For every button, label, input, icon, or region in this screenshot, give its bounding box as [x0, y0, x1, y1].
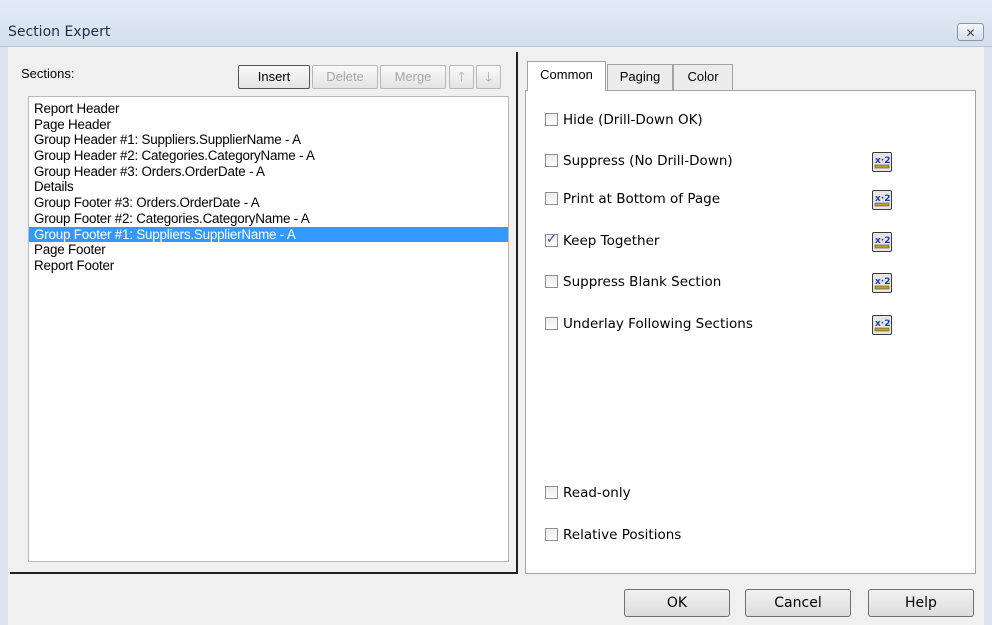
close-button[interactable]: ✕	[957, 23, 984, 41]
suppress-blank-label: Suppress Blank Section	[563, 274, 722, 290]
checkmark-icon: ✓	[546, 232, 557, 247]
underlay-checkbox[interactable]: Underlay Following Sections	[545, 315, 753, 333]
tab-paging[interactable]: Paging	[607, 64, 673, 90]
section-list-item[interactable]: Group Header #3: Orders.OrderDate - A	[29, 164, 508, 180]
formula-icon: x·2	[874, 236, 890, 249]
section-list-item[interactable]: Page Header	[29, 117, 508, 133]
svg-text:x·2: x·2	[875, 194, 890, 204]
sections-list-items: Report Header Page Header Group Header #1:…	[29, 101, 508, 274]
formula-icon: x·2	[874, 194, 890, 207]
suppress-label: Suppress (No Drill-Down)	[563, 153, 733, 169]
svg-text:x·2: x·2	[875, 319, 890, 329]
read-only-checkbox-box[interactable]	[545, 486, 558, 499]
arrow-down-icon: 🡓	[485, 69, 492, 84]
svg-text:x·2: x·2	[875, 156, 890, 166]
ok-button[interactable]: OK	[624, 589, 730, 617]
section-list-item[interactable]: Group Footer #1: Suppliers.SupplierName …	[29, 226, 508, 243]
section-list-item[interactable]: Page Footer	[29, 242, 508, 258]
formula-icon: x·2	[874, 319, 890, 332]
move-down-button[interactable]: 🡓	[476, 65, 501, 89]
hide-label: Hide (Drill-Down OK)	[563, 112, 703, 128]
section-list-item[interactable]: Group Footer #2: Categories.CategoryName…	[29, 211, 508, 227]
sections-label: Sections:	[21, 66, 75, 81]
help-button[interactable]: Help	[868, 589, 974, 617]
print-bottom-checkbox-box[interactable]	[545, 192, 558, 205]
suppress-formula-button[interactable]: x·2	[872, 152, 892, 172]
section-list-item[interactable]: Group Header #1: Suppliers.SupplierName …	[29, 132, 508, 148]
keep-together-formula-button[interactable]: x·2	[872, 232, 892, 252]
underlay-checkbox-box[interactable]	[545, 317, 558, 330]
tab-common[interactable]: Common	[527, 61, 606, 91]
formula-icon: x·2	[874, 277, 890, 290]
move-up-button[interactable]: 🡑	[449, 65, 474, 89]
section-list-item[interactable]: Report Header	[29, 101, 508, 117]
section-list-item[interactable]: Details	[29, 179, 508, 195]
suppress-blank-formula-button[interactable]: x·2	[872, 273, 892, 293]
tab-color[interactable]: Color	[673, 64, 733, 90]
print-bottom-label: Print at Bottom of Page	[563, 191, 720, 207]
suppress-checkbox-box[interactable]	[545, 154, 558, 167]
hide-checkbox[interactable]: Hide (Drill-Down OK)	[545, 111, 703, 129]
svg-text:x·2: x·2	[875, 277, 890, 287]
keep-together-checkbox-box[interactable]: ✓	[545, 232, 558, 247]
title-bar: Section Expert ✕	[0, 0, 992, 47]
relative-positions-checkbox[interactable]: Relative Positions	[545, 526, 681, 544]
relative-positions-label: Relative Positions	[563, 527, 682, 543]
merge-button[interactable]: Merge	[380, 65, 446, 89]
cancel-button[interactable]: Cancel	[745, 589, 851, 617]
formula-icon: x·2	[874, 156, 890, 169]
keep-together-checkbox[interactable]: ✓ Keep Together	[545, 232, 659, 250]
window-title: Section Expert	[8, 24, 111, 40]
read-only-label: Read-only	[563, 485, 631, 501]
section-list-item[interactable]: Group Footer #3: Orders.OrderDate - A	[29, 195, 508, 211]
delete-button[interactable]: Delete	[312, 65, 378, 89]
arrow-up-icon: 🡑	[458, 69, 465, 84]
section-list-item[interactable]: Group Header #2: Categories.CategoryName…	[29, 148, 508, 164]
relative-positions-checkbox-box[interactable]	[545, 528, 558, 541]
underlay-formula-button[interactable]: x·2	[872, 315, 892, 335]
underlay-label: Underlay Following Sections	[563, 316, 753, 332]
section-list-item[interactable]: Report Footer	[29, 258, 508, 274]
suppress-checkbox[interactable]: Suppress (No Drill-Down)	[545, 152, 733, 170]
suppress-blank-checkbox[interactable]: Suppress Blank Section	[545, 273, 721, 291]
svg-text:x·2: x·2	[875, 236, 890, 246]
insert-button[interactable]: Insert	[238, 65, 310, 89]
print-bottom-checkbox[interactable]: Print at Bottom of Page	[545, 190, 720, 208]
suppress-blank-checkbox-box[interactable]	[545, 275, 558, 288]
hide-checkbox-box[interactable]	[545, 113, 558, 126]
read-only-checkbox[interactable]: Read-only	[545, 484, 631, 502]
close-icon: ✕	[965, 26, 976, 40]
print-bottom-formula-button[interactable]: x·2	[872, 190, 892, 210]
sections-list[interactable]: Report Header Page Header Group Header #1:…	[28, 96, 509, 562]
keep-together-label: Keep Together	[563, 233, 660, 249]
